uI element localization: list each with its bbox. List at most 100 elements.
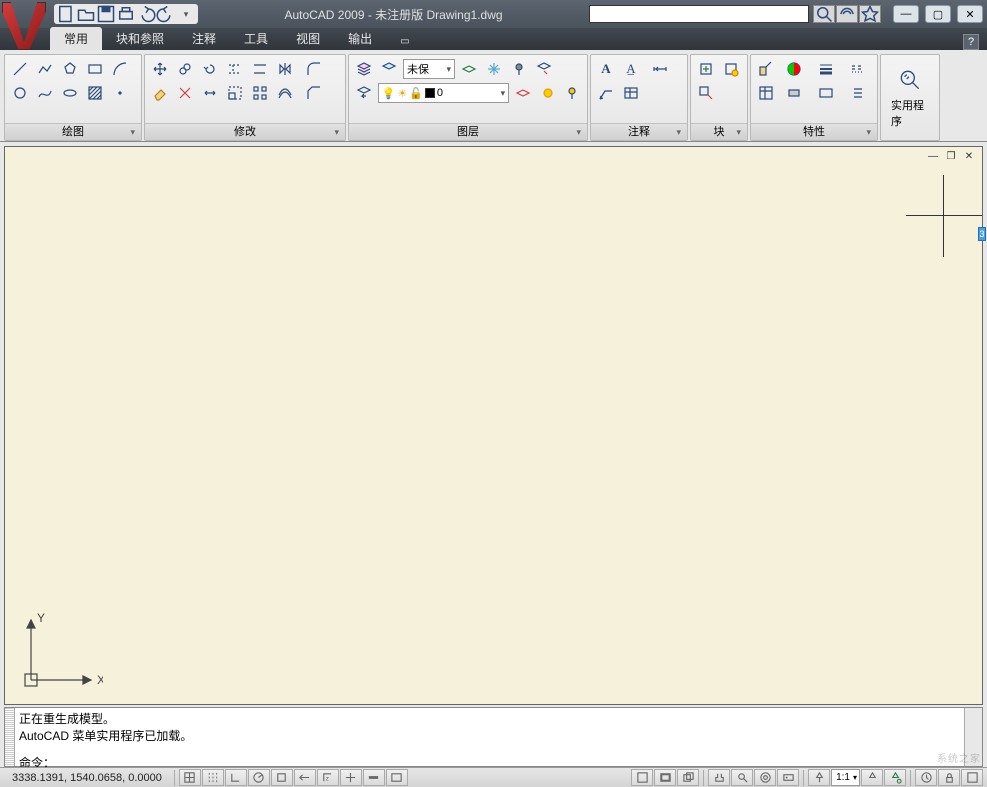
table-icon[interactable] <box>620 82 642 104</box>
dimension-icon[interactable] <box>645 58 675 80</box>
panel-title-modify[interactable]: 修改 <box>145 123 345 140</box>
annotation-scale-icon[interactable] <box>808 769 830 786</box>
redo-icon[interactable] <box>156 5 176 23</box>
dyn-input-icon[interactable] <box>340 769 362 786</box>
layer-properties-icon[interactable] <box>353 58 375 80</box>
coordinates-readout[interactable]: 3338.1391, 1540.0658, 0.0000 <box>4 772 170 784</box>
ellipse-icon[interactable] <box>59 82 81 104</box>
pan-icon[interactable] <box>708 769 730 786</box>
scale-icon[interactable] <box>224 82 246 104</box>
move-icon[interactable] <box>149 58 171 80</box>
rotate-icon[interactable] <box>199 58 221 80</box>
panel-title-properties[interactable]: 特性 <box>751 123 877 140</box>
circle-icon[interactable] <box>9 82 31 104</box>
workspace-switching-icon[interactable] <box>915 769 937 786</box>
arc-icon[interactable] <box>109 58 131 80</box>
tab-view[interactable]: 视图 <box>282 27 334 50</box>
multileader-icon[interactable] <box>595 82 617 104</box>
layer-off-icon[interactable] <box>508 58 530 80</box>
toolbar-lock-icon[interactable] <box>938 769 960 786</box>
mtext-icon[interactable]: A <box>595 58 617 80</box>
undo-icon[interactable] <box>136 5 156 23</box>
polygon-icon[interactable] <box>59 58 81 80</box>
lineweight-combo-icon[interactable] <box>812 58 841 80</box>
scale-combo[interactable]: 1:1▾ <box>831 769 860 786</box>
panel-title-annotation[interactable]: 注释 <box>591 123 687 140</box>
doc-restore-button[interactable]: ❐ <box>944 151 958 164</box>
showmotion-icon[interactable] <box>777 769 799 786</box>
qp-icon[interactable] <box>386 769 408 786</box>
command-history[interactable]: 正在重生成模型。 AutoCAD 菜单实用程序已加载。 命令： <box>15 708 964 766</box>
qat-dropdown-icon[interactable]: ▾ <box>176 5 196 23</box>
quickview-drawings-icon[interactable] <box>677 769 699 786</box>
drawing-area[interactable]: — ❐ ✕ 3 Y X <box>4 146 983 705</box>
panel-title-draw[interactable]: 绘图 <box>5 123 141 140</box>
spline-icon[interactable] <box>34 82 56 104</box>
steering-wheel-icon[interactable] <box>754 769 776 786</box>
layer-previous-icon[interactable] <box>353 82 375 104</box>
open-icon[interactable] <box>76 5 96 23</box>
extend-icon[interactable] <box>249 58 271 80</box>
doc-close-button[interactable]: ✕ <box>962 151 976 164</box>
fillet-icon[interactable] <box>299 58 329 80</box>
create-block-icon[interactable] <box>720 58 742 80</box>
bylayer-combo-icon[interactable] <box>779 82 808 104</box>
lineweight-toggle-icon[interactable] <box>363 769 385 786</box>
line-icon[interactable] <box>9 58 31 80</box>
panel-title-layers[interactable]: 图层 <box>349 123 587 140</box>
ortho-icon[interactable] <box>225 769 247 786</box>
osnap-icon[interactable] <box>271 769 293 786</box>
layer-isolate-icon[interactable] <box>458 58 480 80</box>
offset-icon[interactable] <box>274 82 296 104</box>
minimize-button[interactable]: — <box>893 5 919 23</box>
list-icon[interactable] <box>844 82 873 104</box>
copy-icon[interactable] <box>174 58 196 80</box>
quickview-layouts-icon[interactable] <box>654 769 676 786</box>
layer-on-icon[interactable] <box>561 82 583 104</box>
model-icon[interactable] <box>631 769 653 786</box>
print-icon[interactable] <box>116 5 136 23</box>
block-editor-icon[interactable] <box>695 82 717 104</box>
maximize-button[interactable]: ▢ <box>925 5 951 23</box>
annotation-autoscale-icon[interactable] <box>884 769 906 786</box>
rectangle-icon[interactable] <box>84 58 106 80</box>
panel-title-block[interactable]: 块 <box>691 123 747 140</box>
stretch-icon[interactable] <box>199 82 221 104</box>
layer-thaw-icon[interactable] <box>537 82 559 104</box>
save-icon[interactable] <box>96 5 116 23</box>
layer-states-icon[interactable] <box>378 58 400 80</box>
plot-style-combo-icon[interactable] <box>812 82 841 104</box>
layer-freeze-icon[interactable] <box>483 58 505 80</box>
help-icon[interactable]: ? <box>963 34 979 50</box>
snap-mode-icon[interactable] <box>179 769 201 786</box>
tab-blocks[interactable]: 块和参照 <box>102 27 178 50</box>
trim-icon[interactable] <box>224 58 246 80</box>
tab-annotate[interactable]: 注释 <box>178 27 230 50</box>
tab-home[interactable]: 常用 <box>50 27 102 50</box>
layer-filter-combo[interactable]: 未保 <box>403 59 455 79</box>
utilities-button[interactable]: 实用程序 <box>887 63 933 133</box>
tab-tools[interactable]: 工具 <box>230 27 282 50</box>
otrack-icon[interactable] <box>294 769 316 786</box>
insert-block-icon[interactable] <box>695 58 717 80</box>
comm-center-icon[interactable] <box>836 5 858 23</box>
explode-icon[interactable] <box>174 82 196 104</box>
new-icon[interactable] <box>56 5 76 23</box>
layer-match-icon[interactable] <box>533 58 555 80</box>
annotation-visibility-icon[interactable] <box>861 769 883 786</box>
tab-overflow-icon[interactable]: ▭ <box>386 33 423 50</box>
polar-icon[interactable] <box>248 769 270 786</box>
search-icon[interactable] <box>813 5 835 23</box>
array-icon[interactable] <box>249 82 271 104</box>
color-combo-icon[interactable] <box>779 58 808 80</box>
favorites-icon[interactable] <box>859 5 881 23</box>
tab-output[interactable]: 输出 <box>334 27 386 50</box>
erase-icon[interactable] <box>149 82 171 104</box>
infocenter-search-input[interactable] <box>589 5 809 23</box>
scroll-indicator[interactable]: 3 <box>978 227 986 241</box>
chamfer-icon[interactable] <box>299 82 329 104</box>
mirror-icon[interactable] <box>274 58 296 80</box>
properties-palette-icon[interactable] <box>755 82 776 104</box>
text-icon[interactable]: A̲ <box>620 58 642 80</box>
grid-icon[interactable] <box>202 769 224 786</box>
